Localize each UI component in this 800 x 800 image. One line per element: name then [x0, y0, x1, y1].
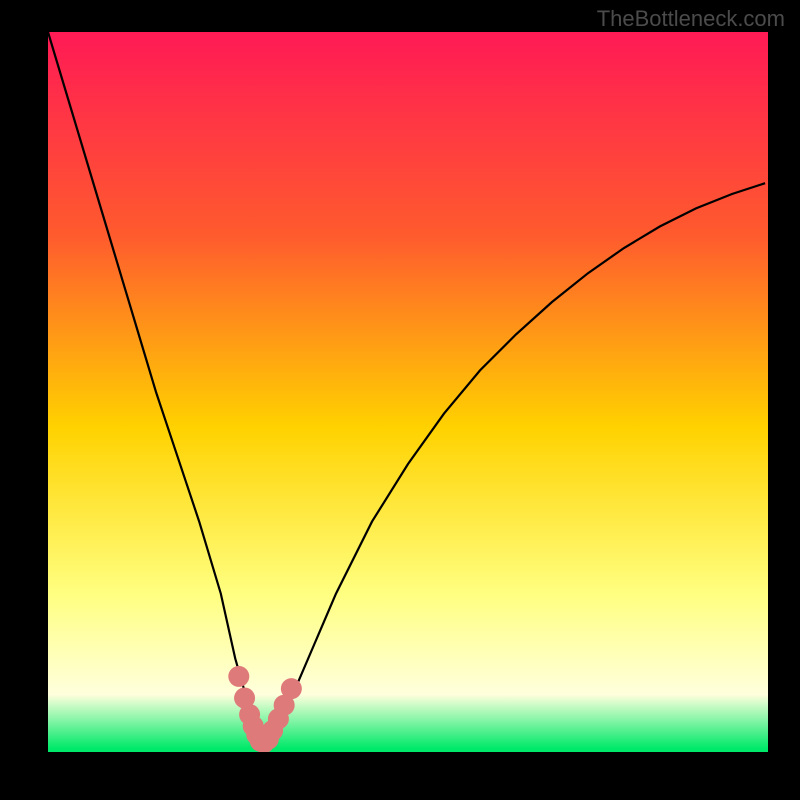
bottleneck-chart: [48, 32, 768, 752]
chart-container: TheBottleneck.com: [0, 0, 800, 800]
marker-dot: [228, 666, 249, 687]
marker-dot: [281, 678, 302, 699]
watermark-text: TheBottleneck.com: [597, 6, 785, 32]
